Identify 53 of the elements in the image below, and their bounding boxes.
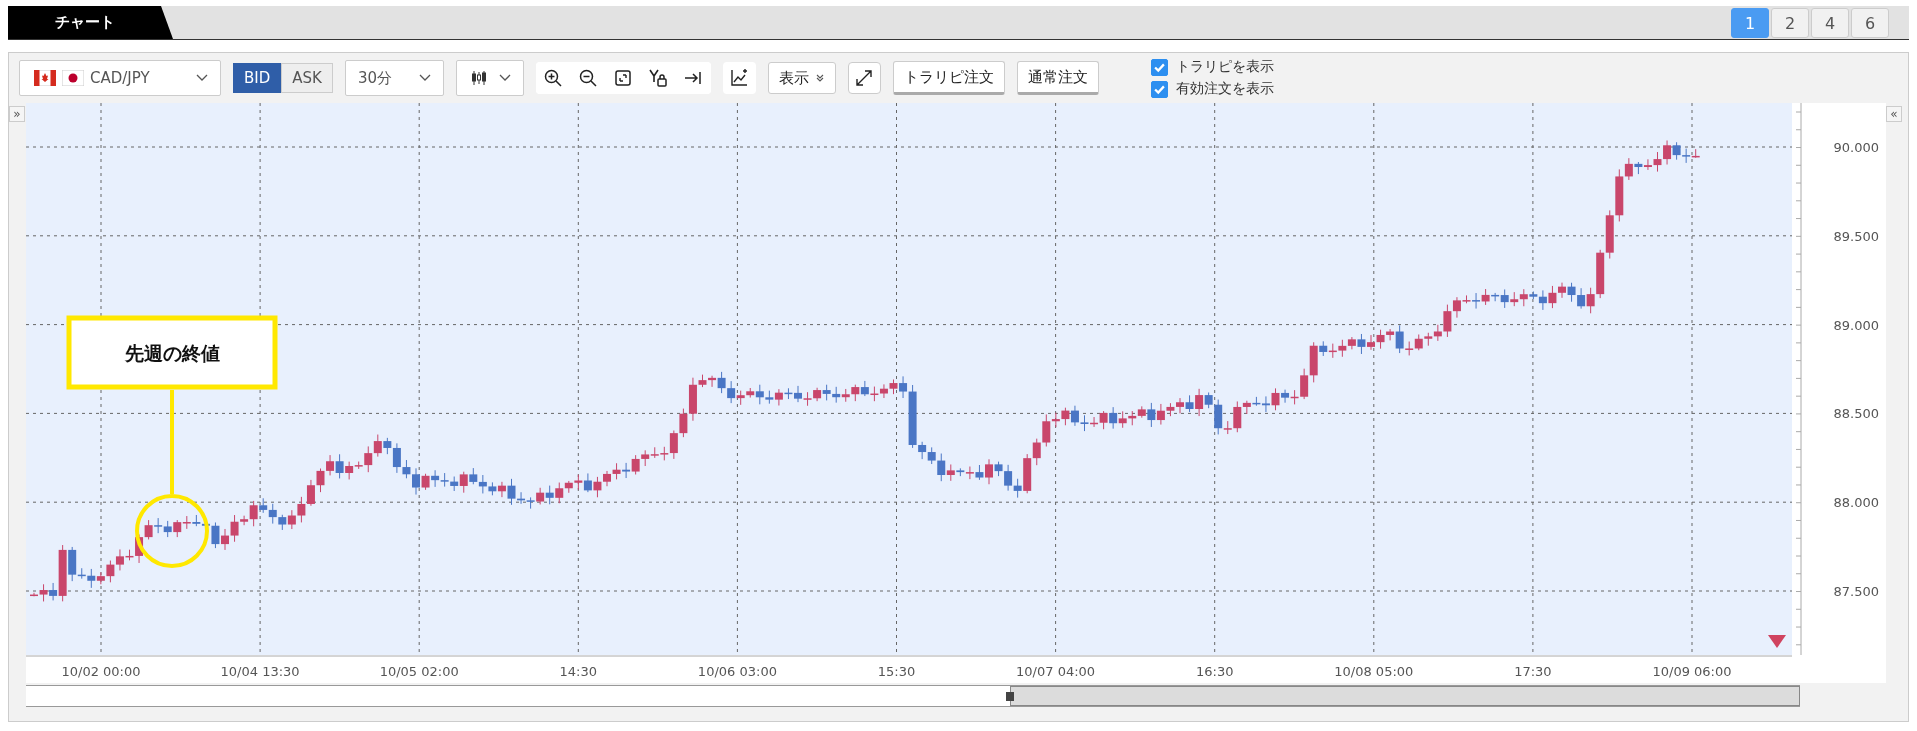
scrollbar-thumb[interactable] bbox=[1010, 686, 1800, 706]
price-type-toggle[interactable]: ASK bbox=[281, 63, 333, 93]
chevron-down-icon bbox=[498, 74, 511, 82]
x-axis-label: 10/05 02:00 bbox=[379, 664, 459, 679]
chevron-down-icon bbox=[418, 74, 431, 82]
y-axis-label: 89.000 bbox=[1833, 317, 1879, 333]
chart-tab[interactable]: チャート bbox=[8, 6, 173, 39]
y-axis-label: 89.500 bbox=[1833, 228, 1879, 244]
canada-flag-icon bbox=[34, 70, 56, 86]
x-axis-label: 10/09 06:00 bbox=[1652, 664, 1732, 679]
checkbox[interactable] bbox=[1150, 58, 1168, 76]
order-button[interactable]: トラリピ注文 bbox=[892, 61, 1005, 95]
zoom-out-icon bbox=[578, 68, 599, 88]
fullscreen-button[interactable] bbox=[847, 62, 881, 94]
y-axis-label: 90.000 bbox=[1833, 140, 1879, 155]
expand-left-button[interactable]: » bbox=[9, 106, 25, 122]
price-type-toggle[interactable]: BID bbox=[233, 63, 282, 93]
add-indicator-button[interactable] bbox=[722, 62, 756, 94]
x-axis-label: 10/04 13:30 bbox=[220, 664, 300, 679]
y-lock-icon bbox=[648, 68, 669, 88]
sell-marker-triangle bbox=[1768, 635, 1786, 648]
x-axis-label: 10/08 05:00 bbox=[1334, 664, 1414, 679]
japan-flag-icon bbox=[62, 70, 84, 86]
x-axis-label: 10/06 03:00 bbox=[697, 664, 777, 679]
y-axis-label: 88.500 bbox=[1833, 406, 1879, 422]
layout-button[interactable]: 2 bbox=[1771, 8, 1809, 38]
layout-button[interactable]: 6 bbox=[1851, 8, 1889, 38]
chevron-down-icon bbox=[196, 74, 208, 82]
y-axis-label: 88.000 bbox=[1833, 495, 1879, 511]
order-button[interactable]: 通常注文 bbox=[1016, 61, 1099, 95]
chart-plus-icon bbox=[729, 68, 750, 88]
y-axis-label: 87.500 bbox=[1833, 584, 1879, 599]
currency-pair-select[interactable]: CAD/JPY bbox=[19, 60, 221, 96]
checkbox-label: 有効注文を表示 bbox=[1175, 80, 1274, 98]
x-axis-label: 16:30 bbox=[1195, 664, 1234, 679]
x-axis-label: 14:30 bbox=[559, 664, 598, 679]
checkbox[interactable] bbox=[1150, 80, 1168, 98]
timeframe-select[interactable]: 30分 bbox=[344, 60, 444, 96]
double-chevron-icon bbox=[814, 73, 825, 83]
scrollbar-handle[interactable] bbox=[1006, 692, 1014, 701]
layout-button[interactable]: 4 bbox=[1811, 8, 1849, 38]
zoom-in-icon bbox=[543, 68, 564, 88]
checkbox-label: トラリピを表示 bbox=[1175, 58, 1274, 76]
collapse-right-button[interactable]: « bbox=[1886, 106, 1902, 122]
x-axis-label: 10/07 04:00 bbox=[1016, 664, 1096, 679]
square-corners-icon bbox=[613, 68, 634, 88]
display-menu-button[interactable]: 表示 bbox=[767, 62, 836, 94]
x-axis-label: 10/02 00:00 bbox=[61, 664, 141, 679]
callout-text: 先週の終値 bbox=[124, 342, 220, 364]
x-axis-label: 17:30 bbox=[1514, 664, 1552, 679]
expand-icon bbox=[854, 68, 875, 88]
chart-type-select[interactable] bbox=[455, 60, 524, 96]
x-axis-label: 15:30 bbox=[877, 664, 916, 679]
